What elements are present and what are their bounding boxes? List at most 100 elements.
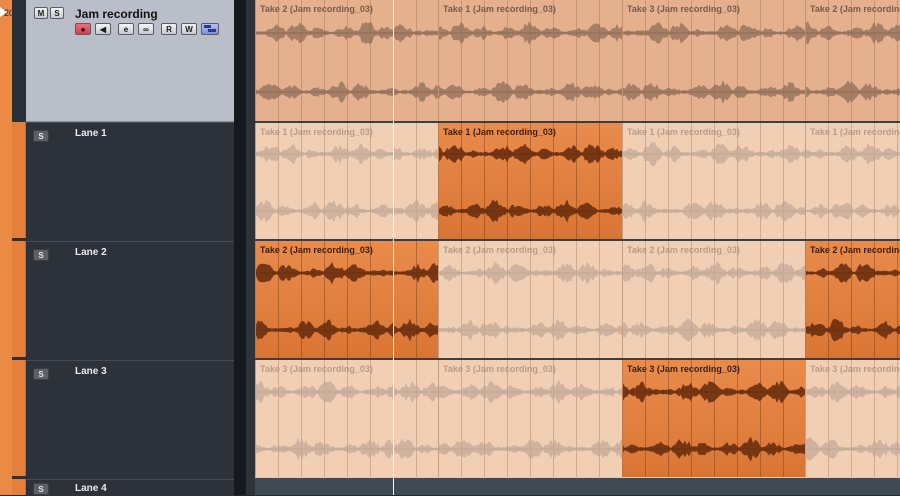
clip-label: Take 2 (Jam recording_03) bbox=[810, 4, 900, 14]
waveform bbox=[439, 260, 622, 285]
take-clip[interactable]: Take 1 (Jam recording_03) bbox=[805, 123, 900, 239]
clip-label: Take 3 (Jam recording_03) bbox=[627, 364, 740, 374]
lane-1-color bbox=[12, 122, 26, 238]
clip-label: Take 1 (Jam recording_03) bbox=[260, 127, 373, 137]
waveform bbox=[256, 380, 393, 403]
waveform bbox=[256, 21, 393, 44]
waveform bbox=[439, 143, 622, 165]
comp-clip[interactable]: Take 1 (Jam recording_03) bbox=[438, 0, 622, 121]
waveform bbox=[806, 20, 900, 45]
arrangement-area[interactable]: Take 2 (Jam recording_03) Take 1 (Jam re… bbox=[255, 0, 900, 495]
waveform bbox=[623, 200, 805, 222]
take-clip[interactable]: Take 2 (Jam recording_03) bbox=[622, 241, 805, 358]
record-enable-button[interactable]: ● bbox=[75, 23, 91, 35]
solo-button[interactable]: S bbox=[50, 7, 64, 19]
clip-label: Take 3 (Jam recording_03) bbox=[443, 364, 556, 374]
take-clip-active[interactable]: Take 2 (Jam recording_0 bbox=[805, 241, 900, 358]
waveform bbox=[439, 438, 622, 460]
lane-4-row bbox=[255, 478, 900, 495]
take-clip-active[interactable]: Take 2 (Jam recording_03) bbox=[255, 241, 393, 358]
panel-divider[interactable] bbox=[234, 0, 246, 495]
waveform bbox=[439, 20, 622, 45]
read-automation-button[interactable]: R bbox=[161, 23, 177, 35]
waveform bbox=[439, 379, 622, 404]
clip-label: Take 2 (Jam recording_0 bbox=[810, 245, 900, 255]
comp-track-row: Take 2 (Jam recording_03) Take 1 (Jam re… bbox=[255, 0, 900, 121]
comp-clip[interactable]: Take 3 (Jam recording_03) bbox=[622, 0, 805, 121]
waveform bbox=[394, 262, 438, 283]
lane-1-label: Lane 1 bbox=[75, 128, 107, 139]
take-clip[interactable]: Take 1 (Jam recording_03) bbox=[255, 123, 393, 239]
take-clip[interactable] bbox=[393, 123, 438, 239]
waveform bbox=[623, 318, 805, 342]
edit-button[interactable]: e bbox=[118, 23, 134, 35]
waveform bbox=[623, 260, 805, 285]
lane-1-row: Take 1 (Jam recording_03) Take 1 (Jam re… bbox=[255, 123, 900, 239]
take-clip[interactable]: Take 3 (Jam recording_03) bbox=[255, 360, 393, 477]
waveform bbox=[256, 81, 393, 103]
lane-4-label: Lane 4 bbox=[75, 483, 107, 494]
take-clip-active[interactable] bbox=[393, 241, 438, 358]
write-automation-button[interactable]: W bbox=[181, 23, 197, 35]
waveform bbox=[394, 82, 438, 102]
lane-3-label: Lane 3 bbox=[75, 366, 107, 377]
lane-2-label: Lane 2 bbox=[75, 247, 107, 258]
take-clip[interactable]: Take 2 (Jam recording_03) bbox=[438, 241, 622, 358]
clip-label: Take 3 (Jam recording_03) bbox=[810, 364, 900, 374]
clip-label: Take 1 (Jam recording_03) bbox=[627, 127, 740, 137]
link-button[interactable]: ∞ bbox=[138, 23, 154, 35]
waveform bbox=[256, 143, 393, 166]
mute-button[interactable]: M bbox=[34, 7, 48, 19]
take-clip-active[interactable]: Take 1 (Jam recording_03) bbox=[438, 123, 622, 239]
waveform bbox=[394, 199, 438, 223]
take-clip[interactable] bbox=[393, 360, 438, 477]
monitor-button[interactable]: ◀ bbox=[95, 23, 111, 35]
lane-header-1[interactable]: S Lane 1 bbox=[26, 122, 234, 241]
lane-header-2[interactable]: S Lane 2 bbox=[26, 241, 234, 360]
waveform bbox=[394, 380, 438, 403]
waveform bbox=[439, 199, 622, 223]
lane-header-4[interactable]: S Lane 4 bbox=[26, 479, 234, 496]
waveform bbox=[256, 261, 393, 284]
track-name[interactable]: Jam recording bbox=[75, 7, 158, 21]
track-header[interactable]: M S Jam recording ● ◀ e ∞ R W bbox=[26, 0, 234, 123]
lane-4-color bbox=[12, 479, 26, 495]
waveform bbox=[806, 437, 900, 461]
waveform bbox=[806, 80, 900, 104]
waveform bbox=[394, 318, 438, 342]
clip-label: Take 3 (Jam recording_03) bbox=[260, 364, 373, 374]
clip-label: Take 1 (Jam recording_03) bbox=[443, 127, 556, 137]
waveform bbox=[806, 318, 900, 342]
take-clip[interactable]: Take 1 (Jam recording_03) bbox=[622, 123, 805, 239]
clip-label: Take 1 (Jam recording_03) bbox=[443, 4, 556, 14]
clip-label: Take 2 (Jam recording_03) bbox=[260, 245, 373, 255]
waveform bbox=[256, 199, 393, 223]
waveform bbox=[806, 380, 900, 403]
lane-1-solo-button[interactable]: S bbox=[33, 130, 49, 142]
waveform bbox=[256, 319, 393, 341]
take-clip-active[interactable]: Take 3 (Jam recording_03) bbox=[622, 360, 805, 477]
waveform bbox=[623, 380, 805, 404]
lane-2-solo-button[interactable]: S bbox=[33, 249, 49, 261]
lane-3-row: Take 3 (Jam recording_03) Take 3 (Jam re… bbox=[255, 360, 900, 477]
take-clip[interactable]: Take 3 (Jam recording_03) bbox=[438, 360, 622, 477]
waveform bbox=[623, 436, 805, 462]
waveform bbox=[623, 142, 805, 167]
clip-label: Take 2 (Jam recording_03) bbox=[443, 245, 556, 255]
lane-header-3[interactable]: S Lane 3 bbox=[26, 360, 234, 479]
waveform bbox=[439, 80, 622, 104]
lane-4-solo-button[interactable]: S bbox=[33, 483, 49, 495]
waveform bbox=[806, 262, 900, 283]
waveform bbox=[256, 437, 393, 461]
comp-clip[interactable]: Take 2 (Jam recording_03) bbox=[255, 0, 393, 121]
waveform bbox=[394, 147, 438, 162]
lanes-toggle-button[interactable] bbox=[201, 23, 219, 35]
track-color-strip: 20 bbox=[0, 0, 14, 495]
clip-label: Take 2 (Jam recording_03) bbox=[260, 4, 373, 14]
comp-clip[interactable]: Take 2 (Jam recording_03) bbox=[805, 0, 900, 121]
take-clip[interactable]: Take 3 (Jam recording_03) bbox=[805, 360, 900, 477]
split-marker[interactable] bbox=[393, 0, 394, 495]
comp-clip[interactable] bbox=[393, 0, 438, 121]
lane-2-color bbox=[12, 241, 26, 357]
lane-3-solo-button[interactable]: S bbox=[33, 368, 49, 380]
